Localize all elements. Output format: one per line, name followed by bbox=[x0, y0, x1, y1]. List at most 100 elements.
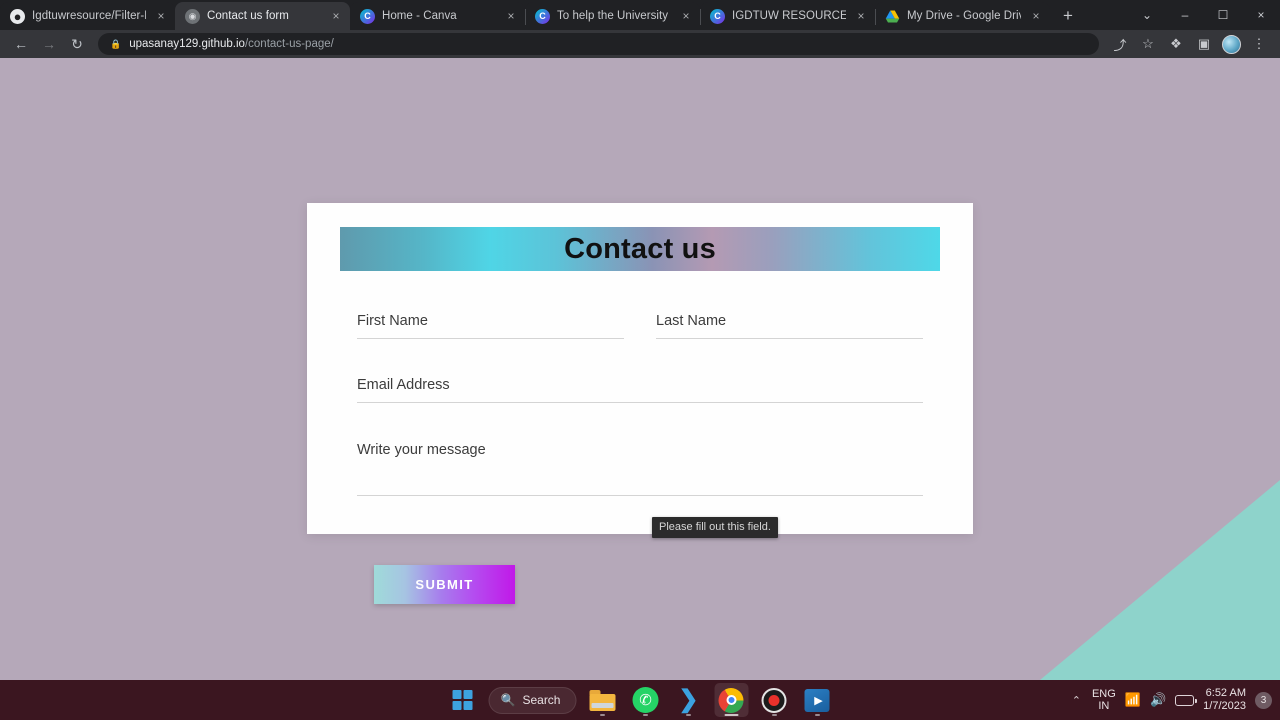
volume-icon[interactable]: 🔊 bbox=[1150, 692, 1166, 708]
chrome-menu-icon[interactable]: ⋮ bbox=[1246, 31, 1272, 57]
tab-title: Igdtuwresource/Filter-Page bbox=[32, 10, 146, 22]
contact-header-banner: Contact us bbox=[340, 227, 940, 271]
email-field bbox=[357, 373, 923, 403]
taskbar-item-vs-code[interactable]: ❯ bbox=[671, 683, 705, 717]
running-indicator bbox=[724, 713, 739, 716]
system-tray: ⌃ ENG IN 📶 🔊 6:52 AM 1/7/2023 3 bbox=[1070, 680, 1272, 720]
taskbar-item-google-chrome[interactable] bbox=[714, 683, 749, 717]
contact-form-card: Contact us bbox=[307, 203, 973, 534]
folder-icon bbox=[589, 689, 616, 711]
taskbar-item-whatsapp[interactable] bbox=[628, 683, 662, 717]
running-indicator bbox=[814, 713, 820, 716]
running-indicator bbox=[771, 713, 777, 716]
taskbar-apps: 🔍 Search ❯ bbox=[446, 680, 835, 720]
tab-close-button[interactable]: × bbox=[678, 8, 694, 24]
windows-taskbar: 🔍 Search ❯ bbox=[0, 680, 1280, 720]
canva-icon: C bbox=[710, 8, 725, 24]
browser-toolbar: ← → ↻ 🔒 upasanay129.github.io/contact-us… bbox=[0, 30, 1280, 58]
last-name-input[interactable] bbox=[656, 309, 923, 339]
tab-close-button[interactable]: × bbox=[503, 8, 519, 24]
lock-icon: 🔒 bbox=[110, 38, 122, 49]
tab-close-button[interactable]: × bbox=[328, 8, 344, 24]
browser-tab-3[interactable]: C To help the University stude × bbox=[525, 2, 700, 30]
chrome-icon bbox=[718, 687, 744, 713]
tab-close-button[interactable]: × bbox=[1028, 8, 1044, 24]
taskbar-item-screen-recorder[interactable] bbox=[757, 683, 791, 717]
canva-icon: C bbox=[360, 8, 375, 24]
validation-tooltip: Please fill out this field. bbox=[652, 517, 778, 538]
tab-title: Contact us form bbox=[207, 10, 289, 22]
profile-avatar[interactable] bbox=[1222, 34, 1241, 54]
language-indicator[interactable]: ENG IN bbox=[1092, 688, 1116, 712]
browser-tab-0[interactable]: ● Igdtuwresource/Filter-Page × bbox=[0, 2, 175, 30]
page-viewport: Contact us First Name Last Name Email Ad… bbox=[0, 58, 1280, 680]
tab-title: To help the University stude bbox=[557, 10, 671, 22]
bookmark-star-icon[interactable]: ☆ bbox=[1135, 31, 1161, 57]
tab-title: IGDTUW RESOURCE - Vide bbox=[732, 10, 846, 22]
taskbar-clock[interactable]: 6:52 AM 1/7/2023 bbox=[1203, 687, 1246, 712]
tab-title: Home - Canva bbox=[382, 10, 457, 22]
running-indicator bbox=[642, 713, 648, 716]
side-panel-icon[interactable]: ▣ bbox=[1191, 31, 1217, 57]
tab-close-button[interactable]: × bbox=[153, 8, 169, 24]
media-player-icon bbox=[804, 688, 830, 712]
email-row bbox=[357, 373, 923, 403]
url-host: upasanay129.github.io bbox=[129, 38, 245, 50]
github-icon: ● bbox=[10, 8, 25, 24]
background-wedge-decoration bbox=[1040, 480, 1280, 680]
back-icon[interactable]: ← bbox=[8, 31, 34, 57]
maximize-button[interactable]: ☐ bbox=[1204, 0, 1242, 30]
windows-start-icon bbox=[452, 690, 473, 710]
tab-strip: ● Igdtuwresource/Filter-Page × ◉ Contact… bbox=[0, 0, 1280, 30]
message-row bbox=[357, 437, 923, 496]
tab-search-icon[interactable]: ⌄ bbox=[1128, 0, 1166, 30]
taskbar-search[interactable]: 🔍 Search bbox=[488, 686, 577, 714]
browser-tab-2[interactable]: C Home - Canva × bbox=[350, 2, 525, 30]
clock-time: 6:52 AM bbox=[1205, 687, 1246, 700]
address-bar[interactable]: 🔒 upasanay129.github.io/contact-us-page/ bbox=[98, 33, 1099, 55]
message-textarea[interactable] bbox=[357, 437, 923, 496]
start-button[interactable] bbox=[446, 683, 480, 717]
record-icon bbox=[761, 687, 787, 713]
taskbar-item-file-explorer[interactable] bbox=[585, 683, 619, 717]
share-icon[interactable]: ⤴ bbox=[1107, 31, 1133, 57]
name-row bbox=[357, 309, 923, 339]
google-drive-icon bbox=[885, 9, 900, 24]
message-field bbox=[357, 437, 923, 496]
toolbar-icons: ⤴ ☆ ❖ ▣ ⋮ bbox=[1107, 31, 1272, 57]
search-icon: 🔍 bbox=[500, 693, 516, 707]
tab-title: My Drive - Google Drive bbox=[907, 10, 1021, 22]
taskbar-item-media-player[interactable] bbox=[800, 683, 834, 717]
notification-badge[interactable]: 3 bbox=[1255, 691, 1272, 709]
extensions-puzzle-icon[interactable]: ❖ bbox=[1163, 31, 1189, 57]
minimize-button[interactable]: – bbox=[1166, 0, 1204, 30]
first-name-input[interactable] bbox=[357, 309, 624, 339]
battery-icon[interactable] bbox=[1175, 694, 1197, 706]
email-input[interactable] bbox=[357, 373, 923, 403]
language-line-1: ENG bbox=[1091, 687, 1116, 700]
browser-tab-1[interactable]: ◉ Contact us form × bbox=[175, 2, 350, 30]
running-indicator bbox=[685, 713, 691, 716]
canva-icon: C bbox=[535, 8, 550, 24]
generic-page-icon: ◉ bbox=[185, 8, 200, 24]
new-tab-button[interactable]: + bbox=[1054, 2, 1082, 30]
close-window-button[interactable]: × bbox=[1242, 0, 1280, 30]
running-indicator bbox=[599, 713, 605, 716]
last-name-field bbox=[656, 309, 923, 339]
page-title: Contact us bbox=[564, 232, 716, 265]
clock-date: 1/7/2023 bbox=[1203, 700, 1246, 712]
submit-button-wrapper: SUBMIT bbox=[374, 565, 515, 604]
browser-tab-5[interactable]: My Drive - Google Drive × bbox=[875, 2, 1050, 30]
window-controls: ⌄ – ☐ × bbox=[1128, 0, 1280, 30]
whatsapp-icon bbox=[632, 687, 659, 713]
forward-icon: → bbox=[42, 36, 56, 52]
tray-expand-chevron-icon[interactable]: ⌃ bbox=[1070, 694, 1083, 707]
browser-tab-4[interactable]: C IGDTUW RESOURCE - Vide × bbox=[700, 2, 875, 30]
reload-icon[interactable]: ↻ bbox=[64, 31, 90, 57]
vs-code-icon: ❯ bbox=[678, 686, 699, 713]
tab-close-button[interactable]: × bbox=[853, 8, 869, 24]
wifi-icon[interactable]: 📶 bbox=[1125, 692, 1141, 708]
language-line-2: IN bbox=[1098, 700, 1110, 712]
search-label: Search bbox=[522, 693, 561, 707]
submit-button[interactable]: SUBMIT bbox=[374, 565, 515, 604]
